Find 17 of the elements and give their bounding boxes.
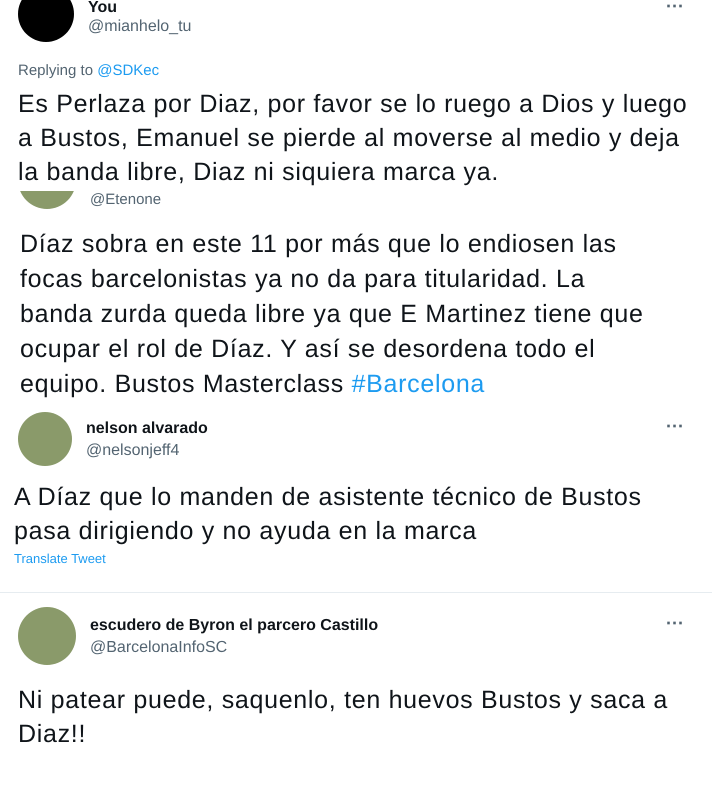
user-handle[interactable]: @mianhelo_tu — [88, 16, 652, 38]
user-name[interactable]: You — [88, 0, 652, 16]
tweet-text: Es Perlaza por Diaz, por favor se lo ruego a Dios y luego a Bustos, Emanuel se pierde al moverse al medio y deja la banda libre, Diaz ni siquiera marca ya. — [18, 89, 688, 188]
tweet-text: Díaz sobra en este 11 por más que lo endiosen las focas barcelonistas ya no da para titularidad. La banda zurda queda libre ya que E Martinez tiene que ocupar el rol de Díaz. Y así se desordena todo el equipo. Bustos Masterclass #Barcelona — [20, 229, 645, 400]
avatar-circle[interactable] — [18, 0, 74, 42]
user-handle[interactable]: @nelsonjeff4 — [86, 440, 652, 462]
avatar-photo[interactable] — [18, 412, 72, 466]
user-handle[interactable]: @Etenone — [90, 191, 712, 209]
more-options-button[interactable]: ··· — [666, 416, 684, 437]
user-handle[interactable]: @BarcelonaInfoSC — [90, 637, 652, 659]
user-name[interactable]: escudero de Byron el parcero Castillo — [90, 615, 652, 637]
user-name[interactable]: nelson alvarado — [86, 418, 652, 440]
more-options-button[interactable]: ··· — [666, 0, 684, 12]
more-options-button[interactable]: ··· — [666, 613, 684, 634]
replying-to-text: Replying to @SDKec — [18, 62, 160, 79]
tweet-text: A Díaz que lo manden de asistente técnico de Bustos pasa dirigiendo y no ayuda en la marca — [14, 482, 643, 547]
tweet-text: Ni patear puede, saquenlo, ten huevos Bustos y saca a Diaz!! — [18, 685, 670, 750]
